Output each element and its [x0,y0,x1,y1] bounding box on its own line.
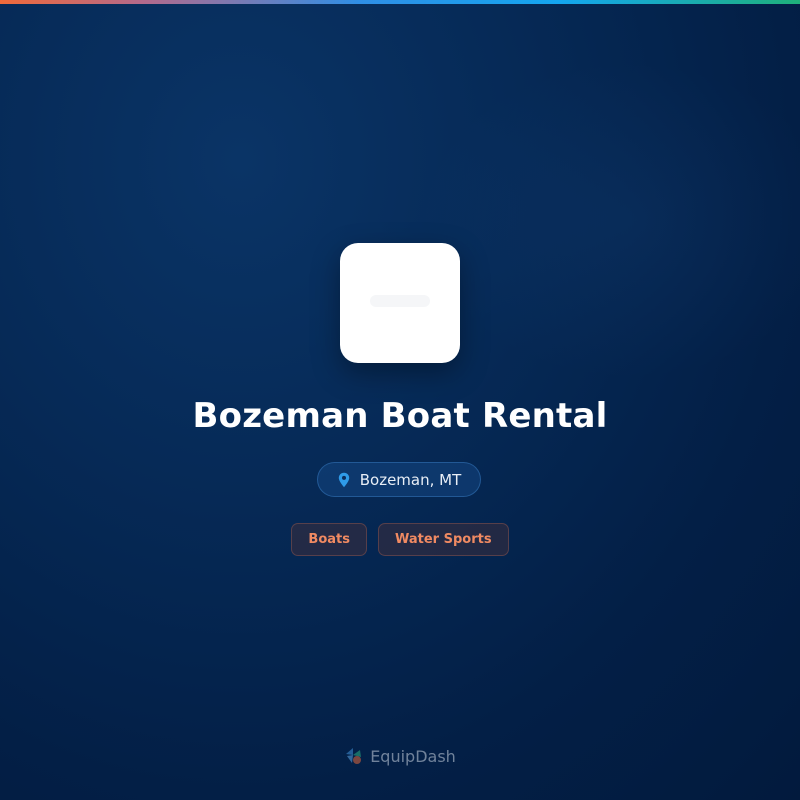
location-text: Bozeman, MT [359,470,462,489]
equipdash-logo-icon [346,748,362,764]
background-glow [420,60,800,380]
brand-name: EquipDash [370,746,456,766]
logo-placeholder [370,295,430,307]
tag-boats: Boats [291,523,367,556]
map-pin-icon [338,472,349,487]
category-tags: Boats Water Sports [0,523,800,556]
tag-water-sports: Water Sports [377,523,509,556]
top-accent-bar [0,0,800,4]
business-logo [340,243,460,363]
brand-footer: EquipDash [0,746,800,766]
business-name: Bozeman Boat Rental [192,396,608,436]
location-badge: Bozeman, MT [317,462,481,497]
